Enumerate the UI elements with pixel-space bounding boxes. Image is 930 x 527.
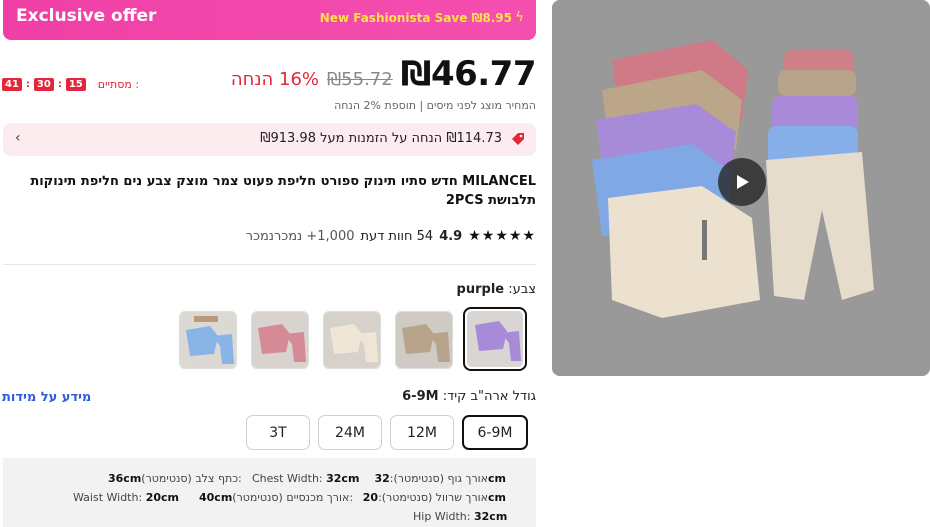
color-swatch-purple[interactable]: [463, 307, 527, 371]
timer-label: מסתיים :: [97, 78, 140, 91]
pink-outfit-thumbnail: [258, 324, 306, 362]
measure-pants: 40cmאורך מכנסיים (סנטימטר):: [199, 491, 354, 504]
selected-size: 6-9M: [402, 389, 439, 404]
color-swatch-cream[interactable]: [323, 311, 381, 369]
timer-minutes: 30: [33, 78, 54, 91]
price-row: ₪46.77 ₪55.72 16% הנחה: [230, 54, 537, 94]
measure-hip: Hip Width: 32cm: [413, 510, 508, 523]
star-rating-icon: ★★★★★: [468, 228, 536, 244]
measure-sleeve: אורך שרוול (סנטימטר):20cm: [362, 491, 506, 504]
size-guide-link[interactable]: מידע על מידות: [2, 390, 91, 405]
khaki-outfit-thumbnail: [402, 324, 450, 362]
lightning-icon: ϟ: [515, 10, 524, 25]
rating-row[interactable]: ★★★★★ 4.9 54 חוות דעת 1,000+ נמכרנמכר: [246, 228, 536, 244]
purple-outfit-thumbnail: [475, 321, 521, 361]
selected-color: purple: [456, 282, 505, 297]
rating-value: 4.9: [439, 228, 463, 244]
timer-seconds: 41: [2, 78, 22, 91]
color-swatch-khaki[interactable]: [395, 311, 453, 369]
tax-note: המחיר מוצג לפני מיסים | תוספת 2% הנחה: [334, 99, 536, 112]
countdown-timer: 41 : 30 : 15 מסתיים :: [2, 78, 139, 91]
measure-waist: Waist Width: 20cm: [73, 491, 179, 504]
promo-text: ₪114.73 הנחה על הזמנות מעל ₪913.98: [260, 131, 502, 146]
color-label: צבע: purple: [456, 282, 536, 297]
current-price: ₪46.77: [400, 54, 537, 94]
size-option-24m[interactable]: 24M: [318, 415, 382, 450]
size-option-3t[interactable]: 3T: [246, 415, 310, 450]
play-video-button[interactable]: [718, 158, 766, 206]
sold-count: 1,000+ נמכרנמכר: [245, 228, 355, 244]
original-price: ₪55.72: [327, 69, 393, 90]
color-swatch-blue[interactable]: [179, 311, 237, 369]
size-label: גודל ארה"ב קיד: 6-9M: [402, 389, 536, 404]
blue-outfit-thumbnail: [186, 316, 234, 364]
product-main-image[interactable]: [552, 0, 930, 376]
size-option-12m[interactable]: 12M: [390, 415, 454, 450]
measure-body-length: אורך גוף (סנטימטר):32cm: [374, 472, 506, 485]
review-count[interactable]: 54 חוות דעת: [360, 229, 433, 244]
banner-title: Exclusive offer: [16, 6, 157, 26]
size-measurements: אורך גוף (סנטימטר):32cm Chest Width: 32c…: [3, 458, 536, 527]
chevron-left-icon: ‹: [15, 130, 21, 146]
size-option-6-9m[interactable]: 6-9M: [462, 415, 528, 450]
play-icon: [737, 175, 749, 189]
measure-shoulder: 36cmכתף צלב (סנטימטר):: [108, 472, 242, 485]
product-title: MILANCEL חדש סתיו תינוק ספורט חליפת פעוט…: [30, 174, 536, 208]
promo-bar[interactable]: ‹ ₪114.73 הנחה על הזמנות מעל ₪913.98: [3, 123, 536, 156]
discount-badge: 16% הנחה: [230, 69, 320, 90]
banner-save-text: New Fashionista Save ₪8.95: [319, 11, 512, 25]
divider: [3, 264, 536, 265]
measure-chest: Chest Width: 32cm: [252, 472, 360, 485]
exclusive-offer-banner: Exclusive offer New Fashionista Save ₪8.…: [3, 0, 536, 40]
tag-icon: [511, 132, 525, 150]
timer-hours: 15: [65, 78, 86, 91]
cream-outfit-thumbnail: [330, 324, 378, 362]
color-swatch-pink[interactable]: [251, 311, 309, 369]
